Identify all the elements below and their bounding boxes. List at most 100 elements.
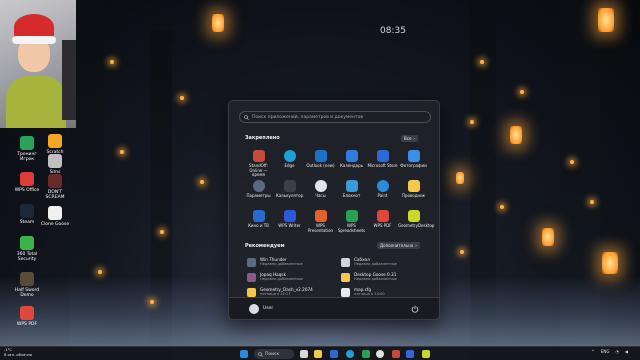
app-icon[interactable] bbox=[362, 350, 370, 358]
wps-writer-icon bbox=[283, 210, 296, 222]
folder-icon bbox=[341, 273, 350, 282]
outlook-icon bbox=[314, 150, 327, 162]
pinned-title: Закреплено bbox=[245, 135, 280, 141]
language-indicator[interactable]: ENG bbox=[601, 349, 610, 354]
desktop-clock-overlay: 08:35 bbox=[380, 26, 406, 36]
paint-icon bbox=[376, 180, 389, 192]
chevron-right-icon: › bbox=[415, 243, 417, 248]
desktop-icon[interactable]: 360 Total Security bbox=[12, 236, 42, 262]
avatar[interactable] bbox=[249, 304, 259, 314]
webcam-overlay bbox=[0, 0, 76, 128]
shield-icon bbox=[20, 236, 34, 250]
pinned-apps-grid: StandOff: Online — время Edge Outlook (n… bbox=[243, 149, 434, 239]
desktop-icon[interactable]: Sims bbox=[40, 154, 70, 175]
all-apps-button[interactable]: Все › bbox=[401, 135, 419, 142]
start-footer: User bbox=[229, 297, 439, 319]
desktop-icon[interactable]: Scratch bbox=[40, 134, 70, 155]
taskbar-search[interactable]: Поиск bbox=[254, 349, 294, 359]
geometry-icon[interactable] bbox=[422, 350, 430, 358]
start-menu: Поиск приложений, параметров и документо… bbox=[228, 100, 440, 320]
file-icon bbox=[341, 288, 350, 297]
pinned-app[interactable]: Microsoft Store bbox=[367, 149, 398, 179]
recommended-item[interactable]: Desktop Goose 0.31 Недавно добавленные bbox=[341, 272, 433, 287]
store-icon bbox=[376, 150, 389, 162]
gaming-chair bbox=[62, 40, 76, 120]
pinned-app[interactable]: GeometryDesktop bbox=[398, 209, 434, 239]
desktop-icon[interactable]: Steam bbox=[12, 204, 42, 225]
geometry-icon bbox=[407, 210, 420, 222]
power-icon[interactable] bbox=[411, 305, 419, 313]
more-button[interactable]: Дополнительно › bbox=[377, 242, 420, 249]
pinned-app[interactable]: WPS PDF bbox=[367, 209, 398, 239]
webcam-person bbox=[6, 76, 66, 128]
game-icon bbox=[48, 154, 62, 168]
task-view-icon[interactable] bbox=[300, 350, 308, 358]
string-light bbox=[590, 200, 594, 204]
lantern bbox=[456, 172, 464, 184]
string-light bbox=[180, 96, 184, 100]
wps-spreadsheets-icon bbox=[345, 210, 358, 222]
volume-icon[interactable]: ◀ bbox=[625, 349, 628, 354]
recommended-item[interactable]: Win Thunder Недавно добавленные bbox=[247, 257, 341, 272]
desktop-icon[interactable]: WPS PDF bbox=[12, 306, 42, 327]
app-icon bbox=[252, 150, 265, 162]
pinned-app[interactable]: Калькулятор bbox=[274, 179, 305, 209]
desktop-icon[interactable]: Half Sword Demo bbox=[12, 272, 42, 298]
scratch-icon bbox=[48, 134, 62, 148]
pinned-app[interactable]: Edge bbox=[274, 149, 305, 179]
system-tray: ^ ENG ◔ ◀ bbox=[591, 349, 634, 354]
pinned-app[interactable]: Календарь bbox=[336, 149, 367, 179]
desktop-icon[interactable]: Clone Goose bbox=[40, 206, 70, 227]
store-icon[interactable] bbox=[406, 350, 414, 358]
calendar-icon bbox=[345, 150, 358, 162]
wifi-icon[interactable]: ◔ bbox=[615, 349, 619, 354]
pinned-app[interactable]: StandOff: Online — время bbox=[243, 149, 274, 179]
film-icon bbox=[252, 210, 265, 222]
folder-icon bbox=[407, 180, 420, 192]
lantern bbox=[542, 228, 554, 246]
lantern bbox=[602, 252, 618, 274]
start-search-input[interactable]: Поиск приложений, параметров и документо… bbox=[239, 111, 431, 123]
weather-desc: В осн. облачно bbox=[4, 352, 33, 357]
desktop-icon[interactable]: WPS Office bbox=[12, 172, 42, 193]
pinned-app[interactable]: Outlook (new) bbox=[305, 149, 336, 179]
string-light bbox=[150, 300, 154, 304]
edge-icon[interactable] bbox=[346, 350, 354, 358]
chrome-icon[interactable] bbox=[376, 350, 384, 358]
app-icon bbox=[20, 136, 34, 150]
pinned-app[interactable]: Paint bbox=[367, 179, 398, 209]
pinned-app[interactable]: WPS Spreadsheets bbox=[336, 209, 367, 239]
game-icon bbox=[48, 174, 62, 188]
pinned-app[interactable]: Блокнот bbox=[336, 179, 367, 209]
chevron-up-icon[interactable]: ^ bbox=[591, 349, 594, 354]
app-icon bbox=[247, 273, 256, 282]
pinned-app[interactable]: Часы bbox=[305, 179, 336, 209]
string-light bbox=[470, 120, 474, 124]
file-explorer-icon[interactable] bbox=[314, 350, 322, 358]
pinned-app[interactable]: Параметры bbox=[243, 179, 274, 209]
pinned-app[interactable]: Проводник bbox=[398, 179, 429, 209]
calculator-icon bbox=[283, 180, 296, 192]
windows-start-icon[interactable] bbox=[240, 350, 248, 358]
weather-widget[interactable]: -1°C В осн. облачно bbox=[4, 348, 32, 357]
recommended-item[interactable]: Jopaq Haqsk Недавно добавленные bbox=[247, 272, 341, 287]
pinned-app[interactable]: Кино и ТВ bbox=[243, 209, 274, 239]
string-light bbox=[200, 180, 204, 184]
recommended-list: Win Thunder Недавно добавленные Сабхол Нед… bbox=[247, 257, 433, 302]
game-icon bbox=[20, 272, 34, 286]
pinned-app[interactable]: WPS Writer bbox=[274, 209, 305, 239]
desktop-icon[interactable]: Тренинг Игрок bbox=[12, 136, 42, 162]
user-name[interactable]: User bbox=[263, 306, 273, 311]
chevron-right-icon: › bbox=[413, 136, 416, 141]
gear-icon bbox=[252, 180, 265, 192]
desktop-icon[interactable]: DON'T SCREAM bbox=[40, 174, 70, 200]
string-light bbox=[160, 230, 164, 234]
app-icon[interactable] bbox=[392, 350, 400, 358]
mail-icon[interactable] bbox=[330, 350, 338, 358]
lantern bbox=[212, 14, 224, 32]
pinned-app[interactable]: WPS Presentation bbox=[305, 209, 336, 239]
string-light bbox=[520, 90, 524, 94]
pinned-app[interactable]: Фотографии bbox=[398, 149, 429, 179]
recommended-item[interactable]: Сабхол Недавно добавленные bbox=[341, 257, 433, 272]
wps-presentation-icon bbox=[314, 210, 327, 222]
